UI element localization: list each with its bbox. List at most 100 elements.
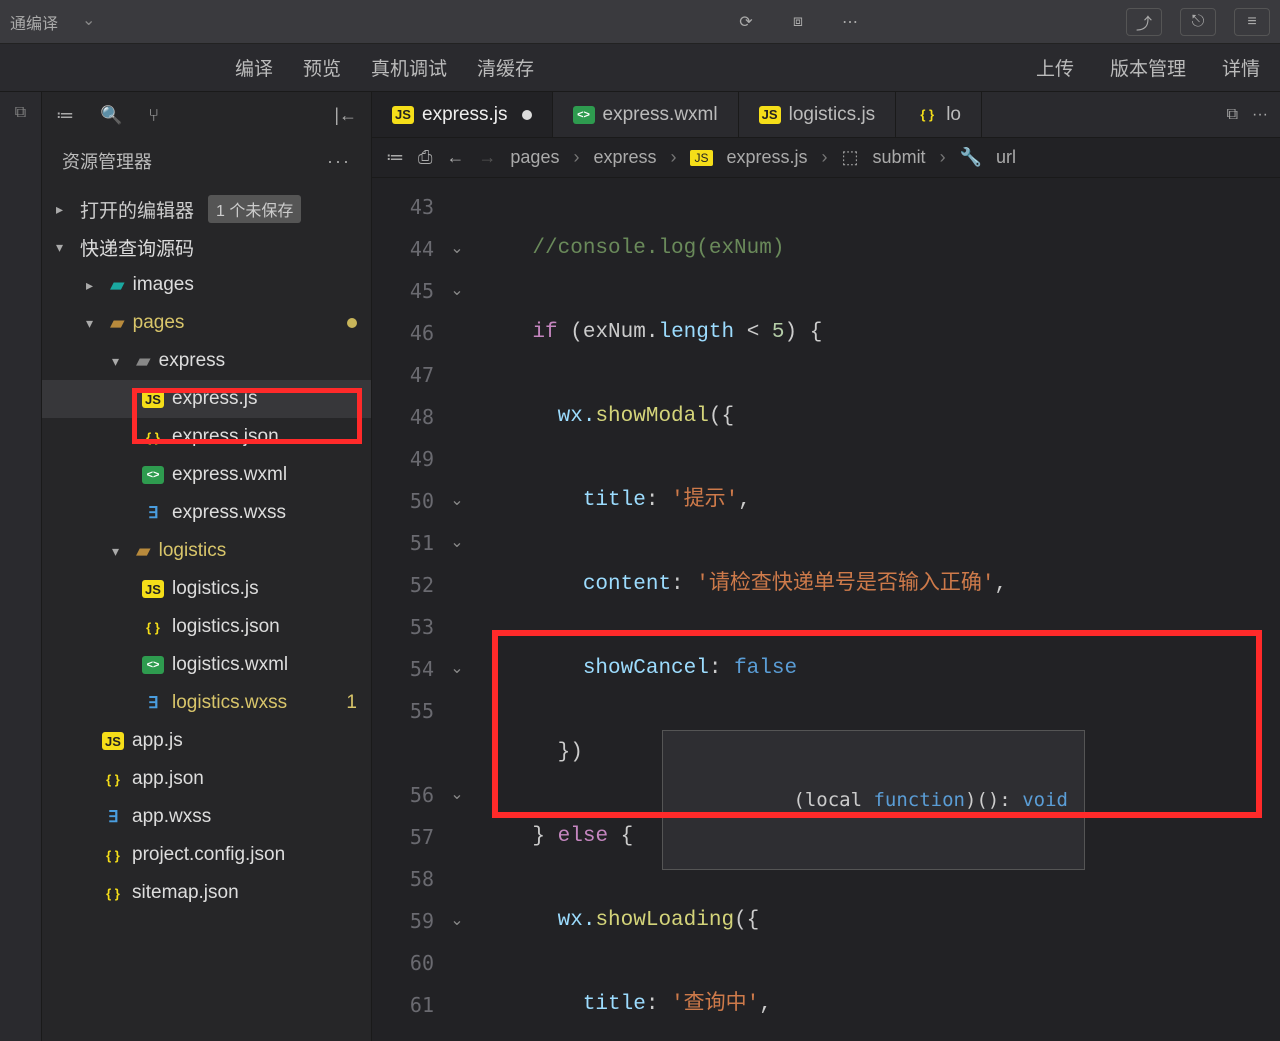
- menu-real-debug[interactable]: 真机调试: [371, 54, 447, 81]
- modified-dot-icon: [522, 110, 532, 120]
- tree-file-express-wxss[interactable]: ∃ express.wxss: [42, 494, 371, 532]
- js-file-icon: JS: [142, 390, 164, 408]
- chevron-down-icon: ▾: [112, 543, 128, 560]
- menu-box-icon[interactable]: ≡: [1234, 8, 1270, 36]
- open-editors-label: 打开的编辑器: [80, 196, 194, 223]
- dropdown-icon[interactable]: ⌄: [82, 10, 95, 34]
- folder-label: images: [133, 274, 194, 296]
- modified-count: 1: [346, 692, 357, 714]
- tab-label: express.js: [422, 104, 508, 126]
- root-label: 快递查询源码: [80, 234, 194, 261]
- tree-file-logistics-js[interactable]: JS logistics.js: [42, 570, 371, 608]
- tree-file-project-config[interactable]: { } project.config.json: [42, 836, 371, 874]
- tree-file-express-json[interactable]: { } express.json: [42, 418, 371, 456]
- tree-file-app-json[interactable]: { } app.json: [42, 760, 371, 798]
- modified-dot-icon: [347, 318, 357, 328]
- tree-file-express-js[interactable]: JS express.js: [42, 380, 371, 418]
- folder-open-icon: ▰: [136, 540, 151, 563]
- tab-lo-json[interactable]: { } lo: [896, 92, 982, 137]
- tab-express-wxml[interactable]: <> express.wxml: [553, 92, 739, 137]
- crumb-file[interactable]: express.js: [727, 147, 808, 168]
- menu-preview[interactable]: 预览: [303, 54, 341, 81]
- tab-logistics-js[interactable]: JS logistics.js: [739, 92, 897, 137]
- folder-label: pages: [133, 312, 185, 334]
- menu-upload[interactable]: 上传: [1036, 54, 1074, 81]
- file-label: express.wxml: [172, 464, 287, 486]
- fold-icon[interactable]: ⌄: [442, 900, 472, 942]
- code-editor[interactable]: 43 44 45 46 47 48 49 50 51 52 53 54 55 5…: [372, 178, 1280, 1041]
- search-icon[interactable]: 🔍: [100, 105, 122, 126]
- file-label: sitemap.json: [132, 882, 239, 904]
- crumb-pages[interactable]: pages: [510, 147, 559, 168]
- tree-file-logistics-json[interactable]: { } logistics.json: [42, 608, 371, 646]
- open-editors-section[interactable]: ▸ 打开的编辑器 1 个未保存: [42, 190, 371, 228]
- crumb-submit[interactable]: submit: [873, 147, 926, 168]
- tab-label: lo: [946, 104, 961, 126]
- crumb-url[interactable]: url: [996, 147, 1016, 168]
- nav-forward-icon[interactable]: →: [478, 147, 496, 168]
- file-label: express.wxss: [172, 502, 286, 524]
- window-titlebar: 通编译 ⌄ ⟳ ⧈ ⋯ ⤴ ⎋ ≡: [0, 0, 1280, 44]
- title-fragment: 通编译: [10, 10, 58, 34]
- tree-folder-express[interactable]: ▾ ▰ express: [42, 342, 371, 380]
- fold-icon[interactable]: ⌄: [442, 522, 472, 564]
- tree-file-express-wxml[interactable]: <> express.wxml: [42, 456, 371, 494]
- menu-clear-cache[interactable]: 清缓存: [477, 54, 534, 81]
- branch-icon[interactable]: ⑂: [148, 105, 159, 126]
- action-box-icon[interactable]: ⎋: [1180, 8, 1216, 36]
- tree-file-logistics-wxss[interactable]: ∃ logistics.wxss 1: [42, 684, 371, 722]
- code-content[interactable]: //console.log(exNum) if (exNum.length < …: [472, 178, 1280, 1041]
- wrench-icon: 🔧: [960, 147, 982, 168]
- fold-icon[interactable]: ⌄: [442, 270, 472, 312]
- tree-file-sitemap[interactable]: { } sitemap.json: [42, 874, 371, 912]
- file-label: app.js: [132, 730, 183, 752]
- hover-tooltip: (local function)(): void: [662, 730, 1085, 870]
- layers-icon[interactable]: ⧈: [782, 6, 814, 38]
- tab-express-js[interactable]: JS express.js: [372, 92, 553, 137]
- explorer-more-icon[interactable]: ···: [327, 151, 351, 172]
- tab-label: logistics.js: [789, 104, 876, 126]
- wxss-file-icon: ∃: [142, 504, 164, 522]
- breadcrumb-sep: ›: [670, 147, 676, 168]
- upload-box-icon[interactable]: ⤴: [1126, 8, 1162, 36]
- json-file-icon: { }: [142, 428, 164, 446]
- bookmark-icon[interactable]: ⎙: [418, 147, 432, 168]
- breadcrumb-sep: ›: [940, 147, 946, 168]
- fold-icon[interactable]: ⌄: [442, 228, 472, 270]
- nav-back-icon[interactable]: ←: [446, 147, 464, 168]
- list-icon[interactable]: ≔: [56, 105, 74, 126]
- menu-detail[interactable]: 详情: [1222, 54, 1260, 81]
- tree-folder-pages[interactable]: ▾ ▰ pages: [42, 304, 371, 342]
- device-icon[interactable]: ⧉: [0, 92, 41, 134]
- file-label: app.wxss: [132, 806, 211, 828]
- refresh-icon[interactable]: ⟳: [730, 6, 762, 38]
- collapse-icon[interactable]: |←: [334, 105, 357, 126]
- folder-label: logistics: [159, 540, 227, 562]
- fold-icon[interactable]: ⌄: [442, 774, 472, 816]
- split-editor-icon[interactable]: ⧉: [1227, 106, 1238, 124]
- menu-compile[interactable]: 编译: [235, 54, 273, 81]
- crumb-express[interactable]: express: [593, 147, 656, 168]
- tree-file-logistics-wxml[interactable]: <> logistics.wxml: [42, 646, 371, 684]
- tree-folder-logistics[interactable]: ▾ ▰ logistics: [42, 532, 371, 570]
- tree-root[interactable]: ▾ 快递查询源码: [42, 228, 371, 266]
- menu-version[interactable]: 版本管理: [1110, 54, 1186, 81]
- file-label: logistics.wxml: [172, 654, 288, 676]
- js-file-icon: JS: [102, 732, 124, 750]
- js-file-icon: JS: [392, 106, 414, 124]
- more-icon[interactable]: ⋯: [834, 6, 866, 38]
- tree-file-app-js[interactable]: JS app.js: [42, 722, 371, 760]
- folder-label: express: [159, 350, 226, 372]
- file-label: app.json: [132, 768, 204, 790]
- tree-file-app-wxss[interactable]: ∃ app.wxss: [42, 798, 371, 836]
- tree-folder-images[interactable]: ▸ ▰ images: [42, 266, 371, 304]
- fold-icon[interactable]: ⌄: [442, 648, 472, 690]
- file-label: logistics.wxss: [172, 692, 287, 714]
- json-file-icon: { }: [102, 884, 124, 902]
- line-gutter: 43 44 45 46 47 48 49 50 51 52 53 54 55 5…: [372, 178, 442, 1041]
- folder-open-icon: ▰: [136, 350, 151, 373]
- fold-icon[interactable]: ⌄: [442, 480, 472, 522]
- breadcrumb-bar: ≔ ⎙ ← → pages › express › JS express.js …: [372, 138, 1280, 178]
- outline-icon[interactable]: ≔: [386, 147, 404, 168]
- more-tabs-icon[interactable]: ···: [1252, 106, 1268, 124]
